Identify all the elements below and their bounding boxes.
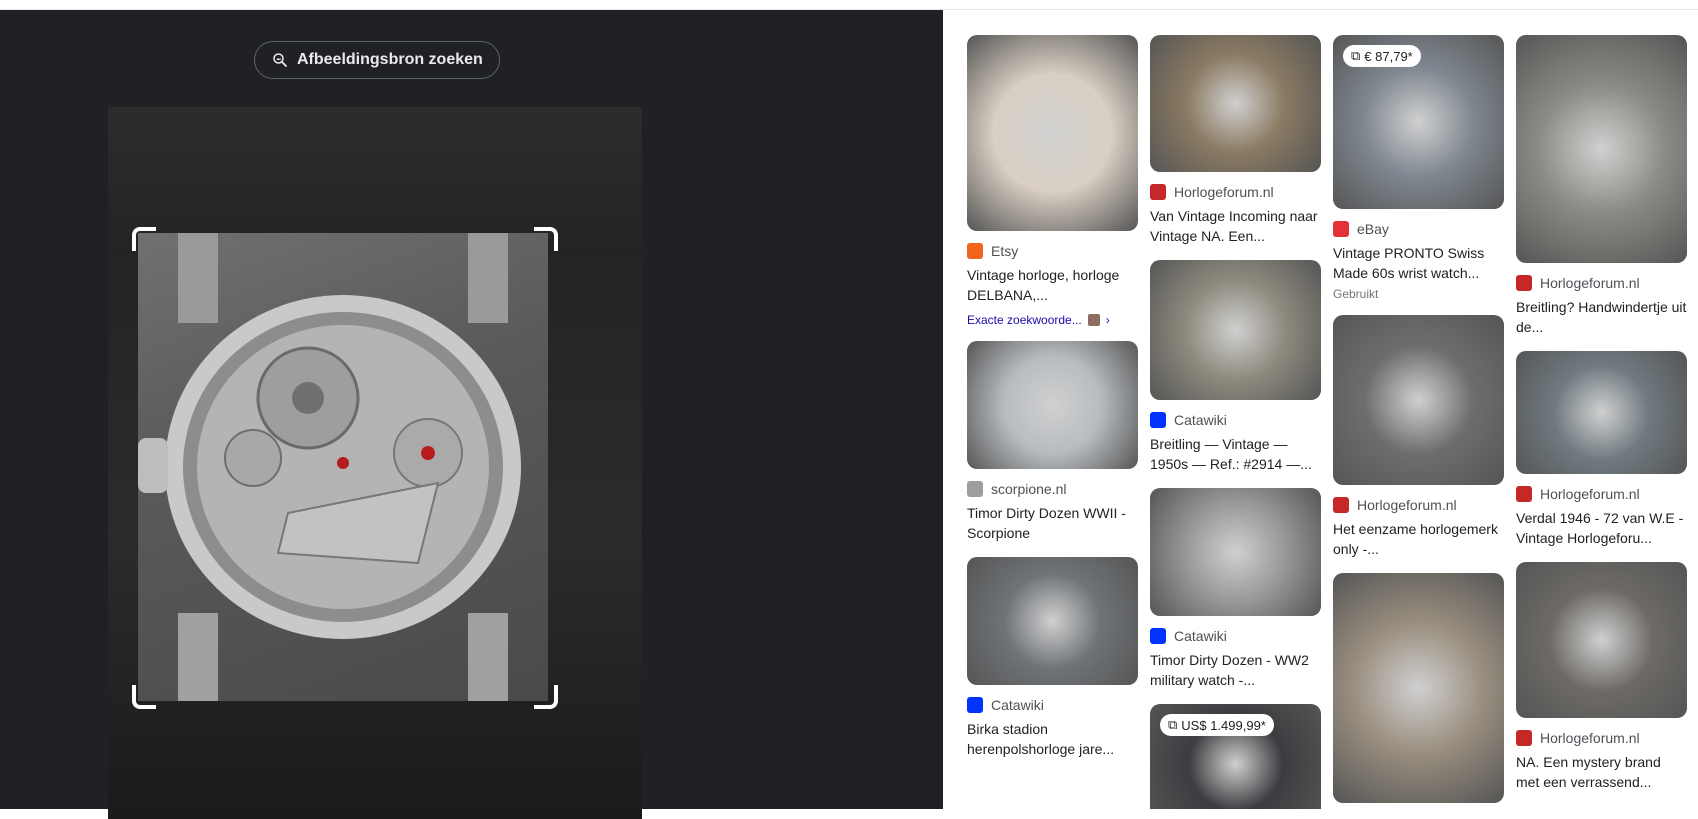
result-thumbnail[interactable]: [1150, 260, 1321, 400]
crop-handle-top-left[interactable]: [132, 227, 156, 251]
result-thumbnail[interactable]: [967, 341, 1138, 469]
horlogeforum-favicon-icon: [1516, 730, 1532, 746]
find-image-source-button[interactable]: Afbeeldingsbron zoeken: [254, 41, 500, 79]
result-title[interactable]: Van Vintage Incoming naar Vintage NA. Ee…: [1150, 206, 1321, 246]
price-badge: ⧉ US$ 1.499,99*: [1160, 714, 1274, 736]
result-card[interactable]: Horlogeforum.nl NA. Een mystery brand met…: [1516, 562, 1687, 792]
image-search-icon: [273, 53, 287, 67]
watch-movement-image: [138, 233, 521, 701]
result-title[interactable]: Breitling — Vintage — 1950s — Ref.: #291…: [1150, 434, 1321, 474]
result-source-name: Horlogeforum.nl: [1540, 730, 1640, 746]
result-condition: Gebruikt: [1333, 287, 1379, 301]
result-card[interactable]: Catawiki Timor Dirty Dozen - WW2 military…: [1150, 488, 1321, 690]
result-card[interactable]: ⧉ € 87,79* eBay Vintage PRONTO Swiss Made 6…: [1333, 35, 1504, 301]
exact-search-terms-label: Exacte zoekwoorde...: [967, 313, 1082, 327]
result-card[interactable]: Horlogeforum.nl Van Vintage Incoming naar…: [1150, 35, 1321, 246]
result-thumbnail[interactable]: [1333, 315, 1504, 485]
visual-matches-grid: Etsy Vintage horloge, horloge DELBANA,...…: [944, 10, 1698, 809]
query-image: [108, 107, 642, 819]
result-card[interactable]: scorpione.nl Timor Dirty Dozen WWII - Sco…: [967, 341, 1138, 543]
exact-search-terms-link[interactable]: Exacte zoekwoorde... ›: [967, 313, 1138, 327]
horlogeforum-favicon-icon: [1150, 184, 1166, 200]
result-source[interactable]: Horlogeforum.nl: [1516, 275, 1687, 291]
result-card[interactable]: [1333, 573, 1504, 803]
result-thumbnail[interactable]: [1150, 35, 1321, 172]
query-panel: Afbeeldingsbron zoeken: [0, 10, 943, 819]
price-tag-icon: ⧉: [1351, 48, 1361, 63]
crop-handle-top-right[interactable]: [534, 227, 558, 251]
result-card[interactable]: Horlogeforum.nl Het eenzame horlogemerk o…: [1333, 315, 1504, 559]
results-column-4: Horlogeforum.nl Breitling? Handwindertje …: [1516, 35, 1687, 806]
result-thumbnail[interactable]: [1516, 351, 1687, 474]
results-column-3: ⧉ € 87,79* eBay Vintage PRONTO Swiss Made 6…: [1333, 35, 1504, 809]
result-source-name: Horlogeforum.nl: [1540, 486, 1640, 502]
result-source-name: scorpione.nl: [991, 481, 1067, 497]
price-text: € 87,79*: [1364, 48, 1413, 64]
result-thumbnail[interactable]: ⧉ US$ 1.499,99*: [1150, 704, 1321, 809]
result-thumbnail[interactable]: [1516, 562, 1687, 718]
crop-handle-bottom-left[interactable]: [132, 685, 156, 709]
result-thumbnail[interactable]: ⧉ € 87,79*: [1333, 35, 1504, 209]
result-thumbnail[interactable]: [967, 35, 1138, 231]
crop-handle-bottom-right[interactable]: [534, 685, 558, 709]
thumbnail-mini-icon: [1087, 314, 1100, 326]
horlogeforum-favicon-icon: [1333, 497, 1349, 513]
result-source-name: Catawiki: [991, 697, 1044, 713]
result-source-name: Horlogeforum.nl: [1540, 275, 1640, 291]
result-source[interactable]: Horlogeforum.nl: [1150, 184, 1321, 200]
horlogeforum-favicon-icon: [1516, 486, 1532, 502]
result-title[interactable]: Timor Dirty Dozen WWII - Scorpione: [967, 503, 1138, 543]
result-card[interactable]: Catawiki Birka stadion herenpolshorloge j…: [967, 557, 1138, 759]
result-card[interactable]: Horlogeforum.nl Verdal 1946 - 72 van W.E …: [1516, 351, 1687, 548]
result-card[interactable]: ⧉ US$ 1.499,99*: [1150, 704, 1321, 809]
result-title[interactable]: Vintage PRONTO Swiss Made 60s wrist watc…: [1333, 243, 1504, 283]
result-source[interactable]: Horlogeforum.nl: [1516, 730, 1687, 746]
result-source-name: Catawiki: [1174, 628, 1227, 644]
result-title[interactable]: NA. Een mystery brand met een verrassend…: [1516, 752, 1687, 792]
find-image-source-label: Afbeeldingsbron zoeken: [297, 51, 483, 68]
result-title[interactable]: Breitling? Handwindertje uit de...: [1516, 297, 1687, 337]
result-source[interactable]: Catawiki: [1150, 628, 1321, 644]
price-text: US$ 1.499,99*: [1181, 717, 1266, 733]
catawiki-favicon-icon: [1150, 412, 1166, 428]
horlogeforum-favicon-icon: [1516, 275, 1532, 291]
scorpione-favicon-icon: [967, 481, 983, 497]
result-source-name: Horlogeforum.nl: [1357, 497, 1457, 513]
catawiki-favicon-icon: [967, 697, 983, 713]
result-source[interactable]: Horlogeforum.nl: [1333, 497, 1504, 513]
catawiki-favicon-icon: [1150, 628, 1166, 644]
price-tag-icon: ⧉: [1168, 717, 1178, 732]
chevron-right-icon: ›: [1105, 313, 1110, 327]
result-card[interactable]: Horlogeforum.nl Breitling? Handwindertje …: [1516, 35, 1687, 337]
result-thumbnail[interactable]: [1150, 488, 1321, 616]
result-source-name: Horlogeforum.nl: [1174, 184, 1274, 200]
result-source[interactable]: Catawiki: [967, 697, 1138, 713]
result-title[interactable]: Verdal 1946 - 72 van W.E - Vintage Horlo…: [1516, 508, 1687, 548]
result-source[interactable]: eBay: [1333, 221, 1504, 237]
ebay-favicon-icon: [1333, 221, 1349, 237]
results-column-2: Horlogeforum.nl Van Vintage Incoming naar…: [1150, 35, 1321, 809]
result-thumbnail[interactable]: [1516, 35, 1687, 263]
result-title[interactable]: Vintage horloge, horloge DELBANA,...: [967, 265, 1138, 305]
result-card[interactable]: Etsy Vintage horloge, horloge DELBANA,...…: [967, 35, 1138, 327]
result-thumbnail[interactable]: [1333, 573, 1504, 803]
result-source[interactable]: scorpione.nl: [967, 481, 1138, 497]
result-title[interactable]: Timor Dirty Dozen - WW2 military watch -…: [1150, 650, 1321, 690]
result-source-name: eBay: [1357, 221, 1389, 237]
etsy-favicon-icon: [967, 243, 983, 259]
result-source[interactable]: Horlogeforum.nl: [1516, 486, 1687, 502]
result-source[interactable]: Catawiki: [1150, 412, 1321, 428]
selected-crop-area[interactable]: [138, 233, 548, 701]
price-badge: ⧉ € 87,79*: [1343, 45, 1421, 67]
result-card[interactable]: Catawiki Breitling — Vintage — 1950s — Re…: [1150, 260, 1321, 474]
result-source[interactable]: Etsy: [967, 243, 1138, 259]
result-thumbnail[interactable]: [967, 557, 1138, 685]
result-source-name: Catawiki: [1174, 412, 1227, 428]
results-column-1: Etsy Vintage horloge, horloge DELBANA,...…: [967, 35, 1138, 773]
result-source-name: Etsy: [991, 243, 1019, 259]
result-title[interactable]: Birka stadion herenpolshorloge jare...: [967, 719, 1138, 759]
result-title[interactable]: Het eenzame horlogemerk only -...: [1333, 519, 1504, 559]
top-bar: [0, 0, 1698, 10]
